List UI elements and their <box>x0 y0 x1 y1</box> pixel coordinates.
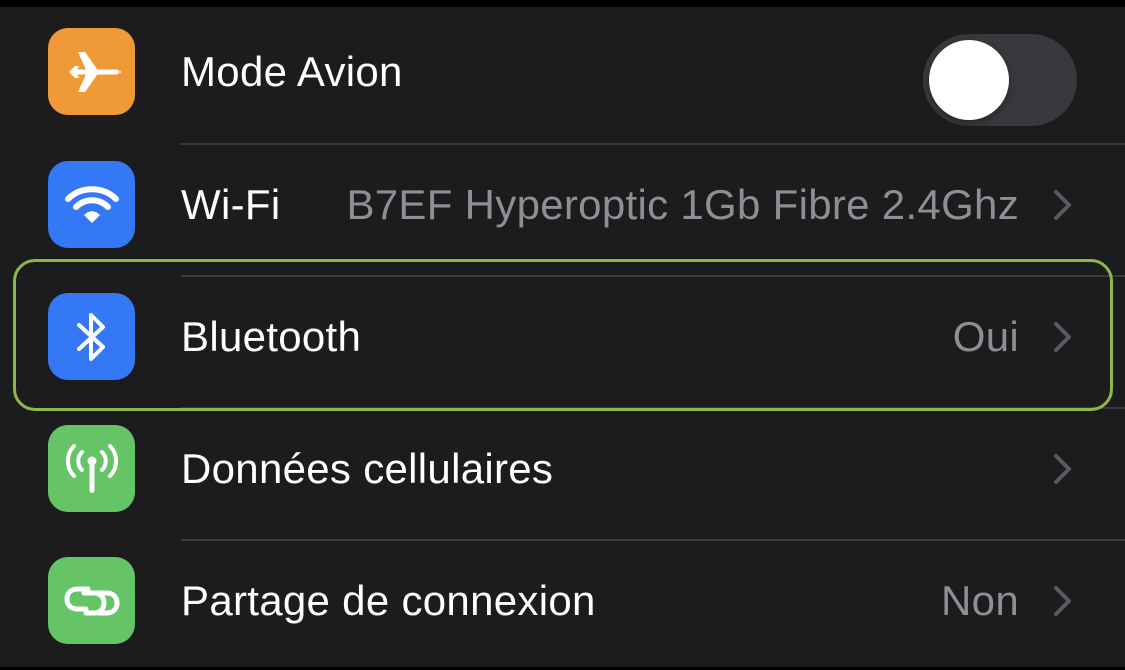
settings-row-personal-hotspot[interactable]: Partage de connexion Non <box>0 535 1125 667</box>
wifi-icon <box>48 161 135 248</box>
airplane-mode-label: Mode Avion <box>181 48 403 95</box>
chevron-right-icon <box>1054 454 1071 484</box>
airplane-icon <box>48 28 135 115</box>
chevron-right-icon <box>1054 322 1071 352</box>
settings-row-cellular-data[interactable]: Données cellulaires <box>0 403 1125 535</box>
toggle-knob <box>929 40 1009 120</box>
airplane-mode-toggle[interactable] <box>923 34 1077 126</box>
bluetooth-status: Oui <box>952 313 1019 360</box>
settings-row-airplane-mode[interactable]: Mode Avion <box>0 7 1125 138</box>
bluetooth-icon <box>48 293 135 380</box>
wifi-label: Wi-Fi <box>181 181 281 228</box>
chevron-right-icon <box>1054 586 1071 616</box>
settings-row-wifi[interactable]: Wi-Fi B7EF Hyperoptic 1Gb Fibre 2.4Ghz <box>0 139 1125 271</box>
wifi-network-name: B7EF Hyperoptic 1Gb Fibre 2.4Ghz <box>346 181 1019 228</box>
personal-hotspot-status: Non <box>941 577 1019 624</box>
settings-screen: Mode Avion Wi-Fi B7EF Hyperoptic 1Gb Fib… <box>0 0 1125 670</box>
cellular-data-label: Données cellulaires <box>181 445 554 492</box>
chevron-right-icon <box>1054 190 1071 220</box>
personal-hotspot-label: Partage de connexion <box>181 577 596 624</box>
bluetooth-label: Bluetooth <box>181 313 362 360</box>
personal-hotspot-icon <box>48 557 135 644</box>
cellular-antenna-icon <box>48 425 135 512</box>
settings-row-bluetooth[interactable]: Bluetooth Oui <box>0 271 1125 403</box>
